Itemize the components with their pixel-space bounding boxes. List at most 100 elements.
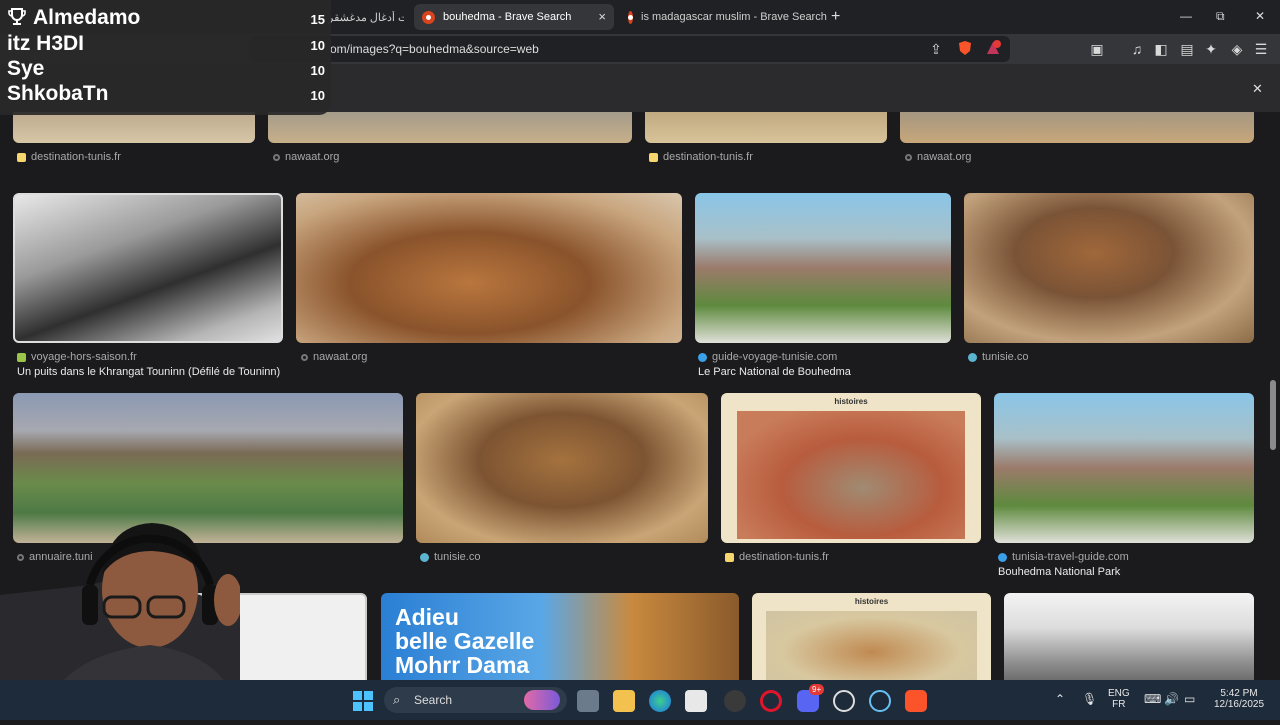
result-caption[interactable]: Bouhedma National Park xyxy=(998,566,1120,578)
site-favicon-icon xyxy=(968,352,977,362)
result-source[interactable]: destination-tunis.fr xyxy=(725,551,829,563)
tab-label: bouhedma - Brave Search xyxy=(443,11,572,23)
tab-label: is madagascar muslim - Brave Search xyxy=(641,11,827,23)
result-source[interactable]: tunisie.co xyxy=(968,351,1028,363)
result-source[interactable]: voyage-hors-saison.fr xyxy=(17,351,137,363)
menu-icon[interactable]: ☰ xyxy=(1252,40,1270,58)
windows-start-icon[interactable] xyxy=(352,690,374,712)
result-source[interactable]: tunisia-travel-guide.com xyxy=(998,551,1129,563)
image-result[interactable]: Adieu belle Gazelle Mohrr Dama xyxy=(381,593,739,680)
image-result[interactable] xyxy=(268,112,632,143)
tab-bouhedma[interactable]: bouhedma - Brave Search × xyxy=(414,4,614,30)
media-icon[interactable]: ♫ xyxy=(1128,40,1146,58)
network-icon[interactable]: ⌨ xyxy=(1144,692,1161,706)
opera-icon[interactable] xyxy=(760,690,782,712)
result-source[interactable]: nawaat.org xyxy=(273,151,339,163)
brave-rewards-icon[interactable] xyxy=(984,40,1002,58)
share-icon[interactable]: ⇪ xyxy=(927,40,945,58)
image-result[interactable] xyxy=(994,393,1254,543)
image-result[interactable] xyxy=(964,193,1254,343)
site-favicon-icon xyxy=(998,552,1007,562)
app-icon[interactable] xyxy=(724,690,746,712)
tab-close-icon[interactable]: × xyxy=(598,9,606,24)
vpn-icon[interactable]: ◈ xyxy=(1228,40,1246,58)
site-favicon-icon xyxy=(725,552,734,562)
image-result[interactable] xyxy=(645,112,887,143)
player-score: 10 xyxy=(310,88,325,103)
app-icon[interactable] xyxy=(833,690,855,712)
leaderboard-row: Almedamo 15 xyxy=(7,6,325,30)
reader-icon[interactable]: ▣ xyxy=(1088,40,1106,58)
tab-madagascar-muslim[interactable]: is madagascar muslim - Brave Search xyxy=(620,4,830,30)
result-caption[interactable]: Un puits dans le Khrangat Touninn (Défil… xyxy=(17,366,280,378)
microphone-icon[interactable]: 🎙 xyxy=(1082,692,1097,706)
site-favicon-icon xyxy=(698,352,707,362)
edge-icon[interactable] xyxy=(649,690,671,712)
result-source[interactable]: guide-voyage-tunisie.com xyxy=(698,351,837,363)
gazelle-title: Adieu belle Gazelle Mohrr Dama xyxy=(395,604,535,678)
player-score: 10 xyxy=(310,63,325,78)
image-result[interactable] xyxy=(900,112,1254,143)
image-result[interactable] xyxy=(695,193,951,343)
store-icon[interactable] xyxy=(685,690,707,712)
image-result[interactable] xyxy=(13,112,255,143)
wallet-icon[interactable]: ▤ xyxy=(1178,40,1196,58)
search-icon: ⌕ xyxy=(393,692,401,707)
volume-icon[interactable]: 🔊 xyxy=(1164,692,1179,706)
site-favicon-icon xyxy=(649,152,658,162)
histoires-label: histoires xyxy=(834,397,868,406)
image-result[interactable] xyxy=(1004,593,1254,680)
leaderboard-row: itz H3DI 10 xyxy=(7,32,325,56)
steam-icon[interactable] xyxy=(869,690,891,712)
tab-label: دجلت أدغال مدغشقر xyxy=(328,11,404,24)
player-name: Almedamo xyxy=(33,6,141,29)
player-name: Sye xyxy=(7,57,45,80)
site-favicon-icon xyxy=(905,153,912,161)
address-bar[interactable]: om/images?q=bouhedma&source=web xyxy=(250,36,1010,62)
brave-favicon-icon xyxy=(422,10,435,24)
language-indicator[interactable]: ENG FR xyxy=(1108,688,1130,710)
image-result[interactable] xyxy=(296,193,682,343)
restore-button[interactable]: ⧉ xyxy=(1216,9,1225,24)
minimize-button[interactable]: — xyxy=(1180,9,1192,23)
image-result[interactable]: histoires xyxy=(752,593,991,680)
image-result[interactable]: histoires xyxy=(721,393,981,543)
image-result[interactable] xyxy=(13,193,283,343)
result-source[interactable]: tunisie.co xyxy=(420,551,480,563)
image-result[interactable] xyxy=(416,393,708,543)
sidebar-icon[interactable]: ◧ xyxy=(1152,40,1170,58)
site-favicon-icon xyxy=(301,353,308,361)
file-explorer-icon[interactable] xyxy=(613,690,635,712)
player-name: itz H3DI xyxy=(7,32,85,55)
leaderboard-row: Sye 10 xyxy=(7,57,325,81)
chevron-up-icon[interactable]: ⌃ xyxy=(1055,692,1065,706)
site-favicon-icon xyxy=(17,152,26,162)
trophy-icon xyxy=(7,7,27,32)
player-score: 15 xyxy=(310,12,325,27)
site-favicon-icon xyxy=(420,552,429,562)
player-score: 10 xyxy=(310,38,325,53)
scrollbar-thumb[interactable] xyxy=(1270,380,1276,450)
result-source[interactable]: nawaat.org xyxy=(905,151,971,163)
close-window-button[interactable]: ✕ xyxy=(1255,9,1265,23)
new-tab-button[interactable]: + xyxy=(831,8,840,26)
photo-frame xyxy=(766,611,977,680)
result-source[interactable]: destination-tunis.fr xyxy=(17,151,121,163)
brave-browser-icon[interactable] xyxy=(905,690,927,712)
result-source[interactable]: destination-tunis.fr xyxy=(649,151,753,163)
player-name: ShkobaTn xyxy=(7,82,109,105)
battery-icon[interactable]: ▭ xyxy=(1184,692,1195,706)
result-source[interactable]: nawaat.org xyxy=(301,351,367,363)
tab-madagascar-arabic[interactable]: دجلت أدغال مدغشقر xyxy=(320,4,412,30)
site-favicon-icon xyxy=(17,352,26,362)
brave-shields-icon[interactable] xyxy=(956,40,974,58)
leaderboard-overlay: Almedamo 15 itz H3DI 10 Sye 10 ShkobaTn … xyxy=(0,0,331,115)
discord-icon[interactable]: 9+ xyxy=(797,684,825,712)
task-view-icon[interactable] xyxy=(577,690,599,712)
taskbar-search[interactable]: ⌕ Search xyxy=(384,687,567,713)
result-caption[interactable]: Le Parc National de Bouhedma xyxy=(698,366,851,378)
clock[interactable]: 5:42 PM 12/16/2025 xyxy=(1210,688,1268,710)
search-highlight-icon xyxy=(524,690,560,710)
leo-ai-icon[interactable]: ✦ xyxy=(1202,40,1220,58)
info-bar-close-icon[interactable]: ✕ xyxy=(1252,81,1263,97)
